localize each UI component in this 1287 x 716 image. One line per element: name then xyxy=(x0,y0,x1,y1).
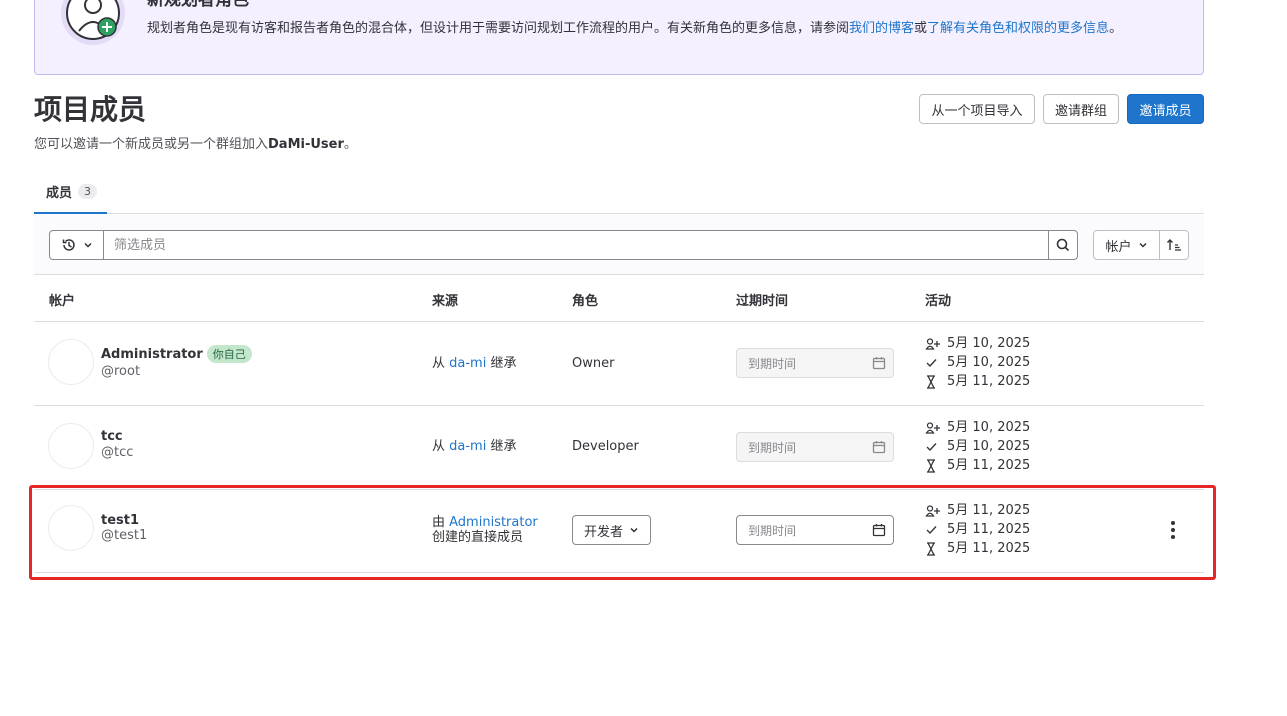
member-role: Owner xyxy=(572,356,615,371)
banner-title: 新规划者角色 xyxy=(147,0,249,10)
table-row: Administrator 你自己 @root 从 da-mi 继承 Owner… xyxy=(34,322,1204,406)
more-actions-kebab-icon[interactable] xyxy=(1166,520,1180,540)
blog-link[interactable]: 我们的博客 xyxy=(849,21,914,36)
source-group-link[interactable]: da-mi xyxy=(449,439,486,454)
source-group-link[interactable]: da-mi xyxy=(449,356,486,371)
member-activity: 5月 10, 2025 5月 10, 2025 5月 11, 2025 xyxy=(925,334,1030,391)
chevron-down-icon xyxy=(630,527,638,533)
user-add-illustration-icon xyxy=(61,0,125,45)
column-header-activity: 活动 xyxy=(925,294,952,309)
member-source: 由 Administrator 创建的直接成员 xyxy=(432,515,538,545)
column-header-expiration: 过期时间 xyxy=(736,294,789,309)
expiration-date-placeholder: 到期时间 xyxy=(748,440,797,455)
check-icon xyxy=(926,525,937,534)
page-subtitle: 您可以邀请一个新成员或另一个群组加入DaMi-User。 xyxy=(34,137,357,152)
banner-text: 规划者角色是现有访客和报告者角色的混合体，但设计用于需要访问规划工作流程的用户。… xyxy=(147,21,1123,36)
last-sign-in-date: 5月 11, 2025 xyxy=(947,458,1031,473)
search-icon xyxy=(1056,238,1070,252)
tab-members-label: 成员 xyxy=(46,185,73,201)
sort-ascending-icon xyxy=(1167,239,1181,251)
member-name-link[interactable]: tcc xyxy=(101,429,123,444)
last-sign-in-date: 5月 11, 2025 xyxy=(947,374,1031,389)
member-tabs: 成员 3 xyxy=(34,170,1204,214)
calendar-icon xyxy=(872,441,886,454)
last-sign-in-date: 5月 11, 2025 xyxy=(947,541,1031,556)
page-title: 项目成员 xyxy=(34,93,147,126)
filter-bar: 帐户 xyxy=(34,215,1204,275)
chevron-down-icon xyxy=(1138,242,1147,248)
member-name-link[interactable]: Administrator xyxy=(101,347,203,362)
member-activity: 5月 10, 2025 5月 10, 2025 5月 11, 2025 xyxy=(925,418,1030,475)
tab-members[interactable]: 成员 3 xyxy=(34,170,107,214)
expiration-date-placeholder: 到期时间 xyxy=(748,523,797,538)
member-activity: 5月 11, 2025 5月 11, 2025 5月 11, 2025 xyxy=(925,501,1030,558)
expiration-date-input[interactable]: 到期时间 xyxy=(736,515,894,545)
planner-role-banner: 新规划者角色 规划者角色是现有访客和报告者角色的混合体，但设计用于需要访问规划工… xyxy=(34,0,1204,75)
check-icon xyxy=(926,442,937,451)
table-row: test1 @test1 由 Administrator 创建的直接成员 开发者 … xyxy=(34,490,1204,573)
avatar[interactable] xyxy=(48,339,94,385)
member-name: test1 xyxy=(101,513,139,528)
expiration-date-field: 到期时间 xyxy=(736,432,894,462)
member-username: @test1 xyxy=(101,528,148,543)
avatar[interactable] xyxy=(48,423,94,469)
access-granted-date: 5月 11, 2025 xyxy=(947,503,1031,518)
chevron-down-icon xyxy=(83,242,92,248)
import-from-project-button[interactable]: 从一个项目导入 xyxy=(919,94,1035,124)
role-dropdown-value: 开发者 xyxy=(583,524,623,540)
expiration-date-field: 到期时间 xyxy=(736,348,894,378)
filter-members-input[interactable] xyxy=(103,230,1049,260)
invite-members-button[interactable]: 邀请成员 xyxy=(1127,94,1204,124)
sort-by-dropdown[interactable]: 帐户 xyxy=(1093,230,1160,260)
column-header-account: 帐户 xyxy=(49,294,76,309)
user-access-granted-icon xyxy=(925,337,940,350)
expiration-date-placeholder: 到期时间 xyxy=(748,356,797,371)
history-icon xyxy=(62,239,75,251)
invite-group-button[interactable]: 邀请群组 xyxy=(1043,94,1119,124)
check-icon xyxy=(926,358,937,367)
user-access-granted-icon xyxy=(925,504,940,517)
project-name: DaMi-User xyxy=(268,137,344,152)
calendar-icon xyxy=(872,357,886,370)
recent-searches-button[interactable] xyxy=(49,230,104,260)
member-role: Developer xyxy=(572,439,639,454)
self-badge: 你自己 xyxy=(206,345,252,363)
last-activity-date: 5月 10, 2025 xyxy=(947,439,1031,454)
sort-direction-button[interactable] xyxy=(1159,230,1189,260)
table-row: tcc @tcc 从 da-mi 继承 Developer 到期时间 5月 10… xyxy=(34,406,1204,490)
member-source: 从 da-mi 继承 xyxy=(432,439,517,454)
roles-permissions-link[interactable]: 了解有关角色和权限的更多信息 xyxy=(927,21,1109,36)
hourglass-icon xyxy=(927,374,935,389)
user-access-granted-icon xyxy=(925,421,940,434)
member-name: Administrator 你自己 xyxy=(101,345,252,363)
sort-by-label: 帐户 xyxy=(1105,239,1132,255)
search-button[interactable] xyxy=(1048,230,1078,260)
avatar[interactable] xyxy=(48,505,94,551)
last-activity-date: 5月 10, 2025 xyxy=(947,355,1031,370)
last-activity-date: 5月 11, 2025 xyxy=(947,522,1031,537)
members-table-header: 帐户 来源 角色 过期时间 活动 xyxy=(34,276,1204,322)
hourglass-icon xyxy=(927,541,935,556)
column-header-role: 角色 xyxy=(572,294,599,309)
role-dropdown[interactable]: 开发者 xyxy=(572,515,651,545)
member-username: @root xyxy=(101,364,141,379)
source-user-link[interactable]: Administrator xyxy=(449,515,538,530)
tab-members-count-badge: 3 xyxy=(78,183,98,199)
member-username: @tcc xyxy=(101,445,134,460)
column-header-source: 来源 xyxy=(432,294,459,309)
member-source: 从 da-mi 继承 xyxy=(432,356,517,371)
access-granted-date: 5月 10, 2025 xyxy=(947,336,1031,351)
member-name: tcc xyxy=(101,429,123,444)
hourglass-icon xyxy=(927,458,935,473)
calendar-icon[interactable] xyxy=(872,523,886,537)
access-granted-date: 5月 10, 2025 xyxy=(947,420,1031,435)
member-name-link[interactable]: test1 xyxy=(101,513,139,528)
